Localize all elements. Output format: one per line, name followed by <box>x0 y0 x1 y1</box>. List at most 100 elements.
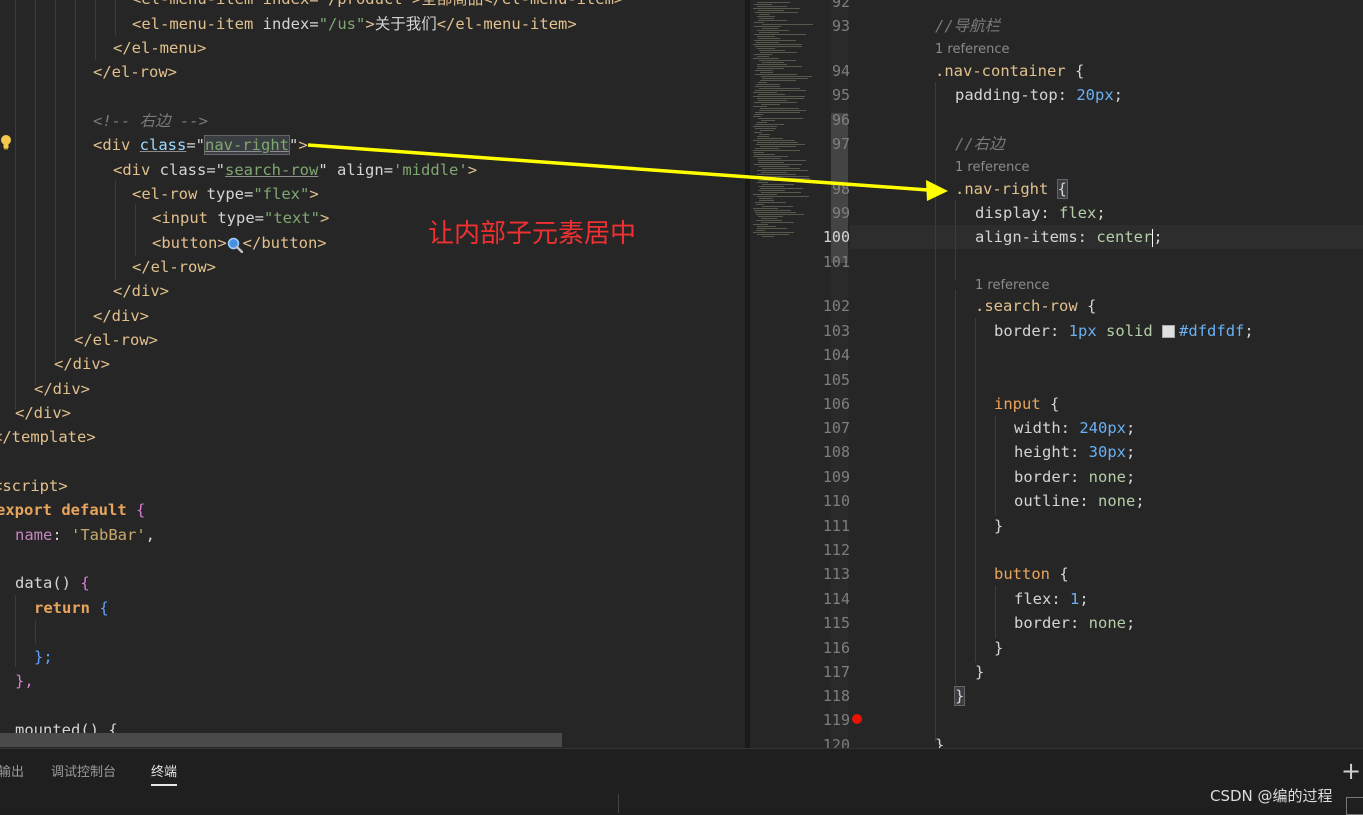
code-line: </div> <box>93 304 149 328</box>
minimap-line <box>753 152 764 153</box>
plus-icon[interactable]: + <box>1341 759 1361 783</box>
code-token: "flex" <box>253 185 310 203</box>
minimap-line <box>757 142 798 143</box>
indent-guide <box>55 0 56 362</box>
minimap-line <box>754 22 764 23</box>
line-number: 104 <box>822 346 850 364</box>
minimap-line <box>753 58 779 59</box>
code-line: height: 30px; <box>1014 443 1136 461</box>
line-number: 92 <box>831 0 850 11</box>
code-token: { <box>136 501 146 519</box>
minimap-line <box>756 230 765 231</box>
indent-guide <box>115 180 116 280</box>
code-token: center <box>1096 228 1153 246</box>
minimap-line <box>757 234 789 235</box>
code-token: .nav-right <box>955 180 1049 198</box>
code-line: data() { <box>15 571 90 595</box>
minimap-line <box>761 218 777 219</box>
code-token: 关于我们 <box>374 15 437 33</box>
code-token: class <box>139 136 187 154</box>
code-token: border <box>1014 468 1070 486</box>
minimap-line <box>762 236 774 237</box>
minimap-line <box>757 98 804 99</box>
horizontal-scrollbar[interactable] <box>0 733 562 747</box>
minimap-line <box>753 126 777 127</box>
code-token: export <box>0 501 52 519</box>
minimap-line <box>762 62 784 63</box>
code-token: 'TabBar' <box>71 526 146 544</box>
minimap-line <box>758 20 787 21</box>
code-token: </div> <box>93 307 149 325</box>
line-number: 111 <box>822 517 850 535</box>
code-token: solid <box>1106 322 1153 340</box>
reference-hint[interactable]: 1 reference <box>975 276 1049 296</box>
minimap-line <box>758 100 787 101</box>
code-token: search-row <box>225 161 319 179</box>
reference-hint[interactable]: 1 reference <box>955 158 1029 178</box>
code-line: } <box>953 684 966 708</box>
code-token: px <box>1078 322 1097 340</box>
line-number: 100 <box>822 228 850 246</box>
line-number: 113 <box>822 565 850 583</box>
minimap-line <box>755 202 786 203</box>
code-token: <button> <box>152 234 227 252</box>
minimap-line <box>754 26 781 27</box>
terminal-icon[interactable] <box>1346 797 1363 815</box>
tab-debug-console[interactable]: 调试控制台 <box>51 762 116 784</box>
indent-guide <box>35 620 36 644</box>
tab-output[interactable]: 输出 <box>0 762 24 784</box>
code-token: </div> <box>54 355 110 373</box>
minimap-line <box>757 170 808 171</box>
code-line: border: none; <box>1014 468 1136 486</box>
line-number: 118 <box>822 687 850 705</box>
minimap-line <box>755 124 784 125</box>
line-number: 105 <box>822 371 850 389</box>
code-token: </el-row> <box>93 63 177 81</box>
breakpoint-dot[interactable] <box>852 714 862 724</box>
code-line: </el-row> <box>93 60 177 84</box>
indent-guide <box>15 595 16 667</box>
code-token: { <box>80 574 90 592</box>
code-token: .search-row <box>975 297 1078 315</box>
minimap-line <box>762 184 794 185</box>
code-token: <div <box>113 161 151 179</box>
code-line: </div> <box>34 377 90 401</box>
minimap-line <box>753 150 800 151</box>
code-line: <el-menu-item index="/product">全部商品</el-… <box>132 0 623 11</box>
minimap-line <box>757 122 767 123</box>
minimap-line <box>753 140 795 141</box>
minimap-line <box>754 54 772 55</box>
lightbulb-icon[interactable] <box>0 134 12 150</box>
minimap-line <box>758 160 806 161</box>
code-token: button <box>994 565 1050 583</box>
code-line: display: flex; <box>975 204 1106 222</box>
code-token: 20 <box>1076 86 1095 104</box>
color-swatch[interactable] <box>1162 325 1176 338</box>
line-number: 116 <box>822 639 850 657</box>
minimap-line <box>757 138 783 139</box>
minimap-line <box>755 46 802 47</box>
reference-hint[interactable]: 1 reference <box>935 40 1009 60</box>
code-line: input { <box>994 392 1059 416</box>
indent-guide <box>935 82 936 742</box>
code-line: border: none; <box>1014 614 1136 632</box>
code-token: > <box>309 185 319 203</box>
code-token: </template> <box>0 428 96 446</box>
code-token: <div <box>93 136 131 154</box>
left-editor[interactable]: <el-menu-item index="/product">全部商品</el-… <box>0 0 745 748</box>
code-token: class <box>159 161 207 179</box>
minimap-line <box>753 8 800 9</box>
indent-guide <box>955 290 956 685</box>
code-line: padding-top: 20px; <box>955 86 1124 104</box>
line-number: 112 <box>822 541 850 559</box>
minimap-line <box>760 188 803 189</box>
code-token: </div> <box>113 282 169 300</box>
code-line: name: 'TabBar', <box>15 523 155 547</box>
minimap-line <box>759 198 773 199</box>
tab-terminal[interactable]: 终端 <box>151 762 178 786</box>
code-token: }, <box>15 672 34 690</box>
minimap-line <box>759 50 785 51</box>
code-line: <button> </button> <box>152 231 327 255</box>
minimap-line <box>760 72 773 73</box>
minimap-line <box>757 16 775 17</box>
